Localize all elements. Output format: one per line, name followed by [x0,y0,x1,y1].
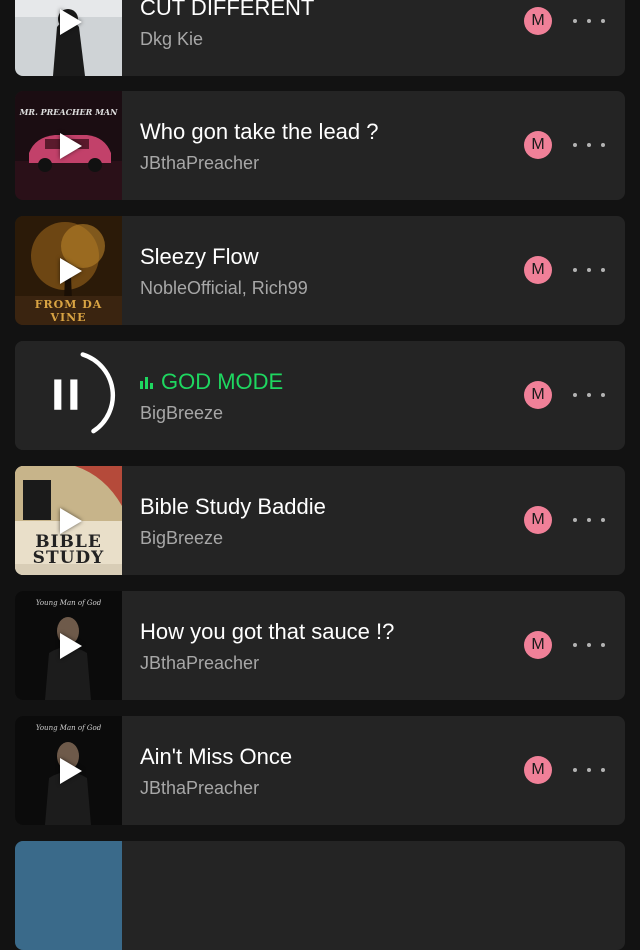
more-options-button[interactable] [573,260,605,280]
track-title: Who gon take the lead ? [140,119,379,144]
track-row[interactable]: CUT DIFFERENT Dkg Kie M [15,0,625,76]
play-icon [59,257,82,284]
badge-icon: M [524,631,552,659]
badge-icon: M [524,7,552,35]
track-artist[interactable]: JBthaPreacher [140,653,259,674]
album-art[interactable]: Young Man of God [15,591,122,700]
album-art[interactable]: Young Man of God [15,716,122,825]
pause-icon [54,352,116,434]
track-title: Ain't Miss Once [140,744,293,769]
track-artist[interactable]: BigBreeze [140,403,223,424]
track-artist[interactable]: NobleOfficial, Rich99 [140,278,308,299]
track-row[interactable] [15,841,625,950]
track-row-active[interactable]: GOD MODE BigBreeze M [15,341,625,450]
badge-icon: M [524,756,552,784]
track-row[interactable]: BIBLE STUDY Bible Study Baddie BigBreeze… [15,466,625,575]
album-art[interactable]: FROM DA VINE [15,216,122,325]
play-button[interactable] [15,91,122,200]
album-art[interactable] [15,0,122,76]
play-icon [59,8,82,35]
badge-icon: M [524,506,552,534]
track-title: Sleezy Flow [140,244,259,269]
track-title-text: GOD MODE [161,369,284,394]
more-options-button[interactable] [573,760,605,780]
track-row[interactable]: MR. PREACHER MAN Who gon take the lead ?… [15,91,625,200]
play-icon [59,132,82,159]
play-button[interactable] [15,466,122,575]
more-options-button[interactable] [573,635,605,655]
pause-button[interactable] [15,341,122,450]
track-row[interactable]: Young Man of God How you got that sauce … [15,591,625,700]
more-options-button[interactable] [573,385,605,405]
more-options-button[interactable] [573,510,605,530]
more-options-button[interactable] [573,11,605,31]
play-icon [59,507,82,534]
more-options-button[interactable] [573,135,605,155]
album-art[interactable] [15,341,122,450]
track-title: GOD MODE [140,369,283,395]
badge-icon: M [524,381,552,409]
play-button[interactable] [15,0,122,76]
track-title: How you got that sauce !? [140,619,395,644]
album-art[interactable]: BIBLE STUDY [15,466,122,575]
track-artist[interactable]: JBthaPreacher [140,153,259,174]
equalizer-icon [140,377,153,390]
badge-icon: M [524,256,552,284]
track-row[interactable]: FROM DA VINE Sleezy Flow NobleOfficial, … [15,216,625,325]
track-title: Bible Study Baddie [140,494,326,519]
track-title: CUT DIFFERENT [140,0,315,20]
track-row[interactable]: Young Man of God Ain't Miss Once JBthaPr… [15,716,625,825]
album-art[interactable]: MR. PREACHER MAN [15,91,122,200]
album-art[interactable] [15,841,122,950]
play-button[interactable] [15,591,122,700]
badge-icon: M [524,131,552,159]
track-artist[interactable]: Dkg Kie [140,29,203,50]
track-artist[interactable]: BigBreeze [140,528,223,549]
play-icon [59,632,82,659]
play-button[interactable] [15,716,122,825]
play-button[interactable] [15,216,122,325]
play-icon [59,757,82,784]
track-artist[interactable]: JBthaPreacher [140,778,259,799]
